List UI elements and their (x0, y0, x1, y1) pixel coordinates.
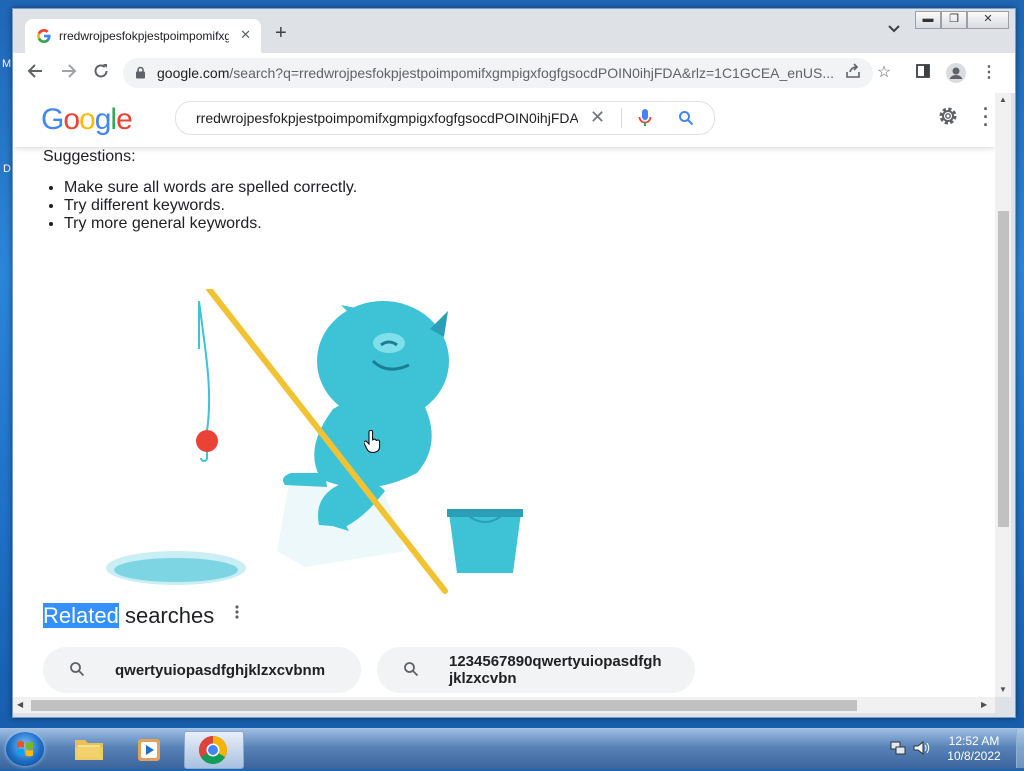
related-search-line: 1234567890qwertyuiopasdfgh (449, 653, 662, 670)
related-more-options-icon[interactable] (235, 605, 239, 624)
forward-arrow-icon (62, 64, 77, 78)
clear-search-icon[interactable]: ✕ (590, 107, 605, 128)
volume-icon[interactable] (912, 740, 930, 756)
windows-logo-icon (17, 741, 33, 757)
show-desktop-button[interactable] (1016, 729, 1024, 768)
start-button[interactable] (6, 732, 44, 766)
url-text: google.com/search?q=rredwrojpesfokpjestp… (157, 65, 837, 81)
reload-button[interactable] (89, 61, 113, 85)
taskbar-clock[interactable]: 12:52 AM 10/8/2022 (932, 734, 1016, 764)
tab-title: rredwrojpesfokpjestpoimpomifxgmpigxfogfg… (59, 29, 229, 43)
search-input[interactable]: rredwrojpesfokpjestpoimpomifxgmpigxfogfg… (196, 110, 578, 126)
google-apps-menu-icon[interactable]: · · · (983, 100, 989, 134)
related-search-text: qwertyuiopasdfghjklzxcvbnm (115, 662, 326, 679)
scroll-left-arrow-icon[interactable]: ◀ (17, 700, 23, 709)
url-host: google.com (157, 65, 230, 81)
chrome-icon (199, 736, 227, 764)
clock-date: 10/8/2022 (947, 749, 1001, 763)
scroll-up-arrow-icon[interactable]: ▲ (999, 95, 1007, 104)
minimize-button[interactable]: ▬ (915, 11, 941, 29)
tab-search-chevron-icon[interactable] (887, 23, 901, 37)
network-icon[interactable] (890, 740, 906, 756)
related-search-chip[interactable]: 1234567890qwertyuiopasdfgh jklzxcvbn (377, 647, 695, 693)
tab-strip: rredwrojpesfokpjestpoimpomifxgmpigxfogfg… (13, 9, 1015, 53)
search-box-divider (621, 108, 622, 128)
google-logo[interactable]: Google (41, 103, 133, 137)
search-box[interactable]: rredwrojpesfokpjestpoimpomifxgmpigxfogfg… (175, 101, 715, 135)
hand-cursor-icon (364, 430, 381, 453)
clock-time: 12:52 AM (948, 734, 1000, 748)
profile-avatar-icon[interactable] (946, 63, 966, 83)
suggestion-item: Make sure all words are spelled correctl… (64, 179, 357, 197)
related-search-line: jklzxcvbn (449, 670, 517, 687)
search-icon (70, 662, 85, 677)
related-search-chip[interactable]: qwertyuiopasdfghjklzxcvbnm (43, 647, 361, 693)
url-path: /search?q=rredwrojpesfokpjestpoimpomifxg… (229, 65, 834, 81)
reload-icon (94, 64, 108, 78)
related-searches-heading: Related searches (43, 603, 214, 629)
google-favicon-icon (37, 29, 51, 43)
suggestions-list: Make sure all words are spelled correctl… (45, 179, 357, 233)
browser-window: rredwrojpesfokpjestpoimpomifxgmpigxfogfg… (12, 8, 1016, 718)
suggestions-heading: Suggestions: (43, 148, 136, 165)
browser-toolbar: google.com/search?q=rredwrojpesfokpjestp… (13, 53, 1015, 93)
related-highlighted-text: Related (43, 603, 119, 628)
address-bar[interactable]: google.com/search?q=rredwrojpesfokpjestp… (123, 58, 873, 88)
voice-search-microphone-icon[interactable] (638, 109, 652, 127)
maximize-button[interactable]: ❐ (941, 11, 967, 29)
media-player-icon (138, 739, 160, 761)
page-content: Suggestions: Make sure all words are spe… (13, 93, 995, 697)
lock-icon (136, 66, 145, 79)
search-submit-icon[interactable] (678, 110, 694, 126)
chrome-menu-icon[interactable]: ⋮ (979, 63, 999, 83)
desktop-icon-label-fragment: M (2, 58, 12, 70)
suggestion-item: Try more general keywords. (64, 215, 357, 233)
bookmark-star-icon[interactable]: ☆ (874, 63, 894, 83)
horizontal-scroll-thumb[interactable] (31, 700, 857, 711)
horizontal-scrollbar[interactable]: ◀ ▶ (13, 697, 995, 713)
scroll-right-arrow-icon[interactable]: ▶ (981, 700, 987, 709)
share-icon[interactable] (843, 63, 863, 83)
related-heading-rest: searches (118, 603, 215, 628)
folder-icon (75, 740, 103, 760)
related-search-text: 1234567890qwertyuiopasdfgh jklzxcvbn (449, 653, 662, 687)
new-tab-button[interactable]: + (275, 23, 287, 43)
browser-tab[interactable]: rredwrojpesfokpjestpoimpomifxgmpigxfogfg… (25, 19, 261, 53)
google-header: Google rredwrojpesfokpjestpoimpomifxgmpi… (13, 93, 995, 147)
scroll-down-arrow-icon[interactable]: ▼ (999, 685, 1007, 694)
close-window-button[interactable]: ✕ (967, 11, 1009, 29)
desktop-icon-label-fragment: D (3, 163, 11, 175)
fishing-yeti-illustration (106, 289, 523, 595)
taskbar-media-player[interactable] (122, 731, 180, 767)
back-arrow-icon (27, 64, 42, 78)
taskbar-file-explorer[interactable] (60, 731, 118, 767)
vertical-scrollbar[interactable]: ▲ ▼ (995, 93, 1011, 697)
search-icon (404, 662, 419, 677)
suggestion-item: Try different keywords. (64, 197, 357, 215)
back-button[interactable] (23, 61, 47, 85)
settings-gear-icon[interactable] (937, 105, 959, 127)
taskbar-chrome[interactable] (184, 731, 244, 769)
side-panel-icon[interactable] (913, 63, 933, 83)
vertical-scroll-thumb[interactable] (998, 211, 1009, 527)
forward-button[interactable] (57, 61, 81, 85)
tab-close-icon[interactable]: ✕ (240, 27, 251, 43)
